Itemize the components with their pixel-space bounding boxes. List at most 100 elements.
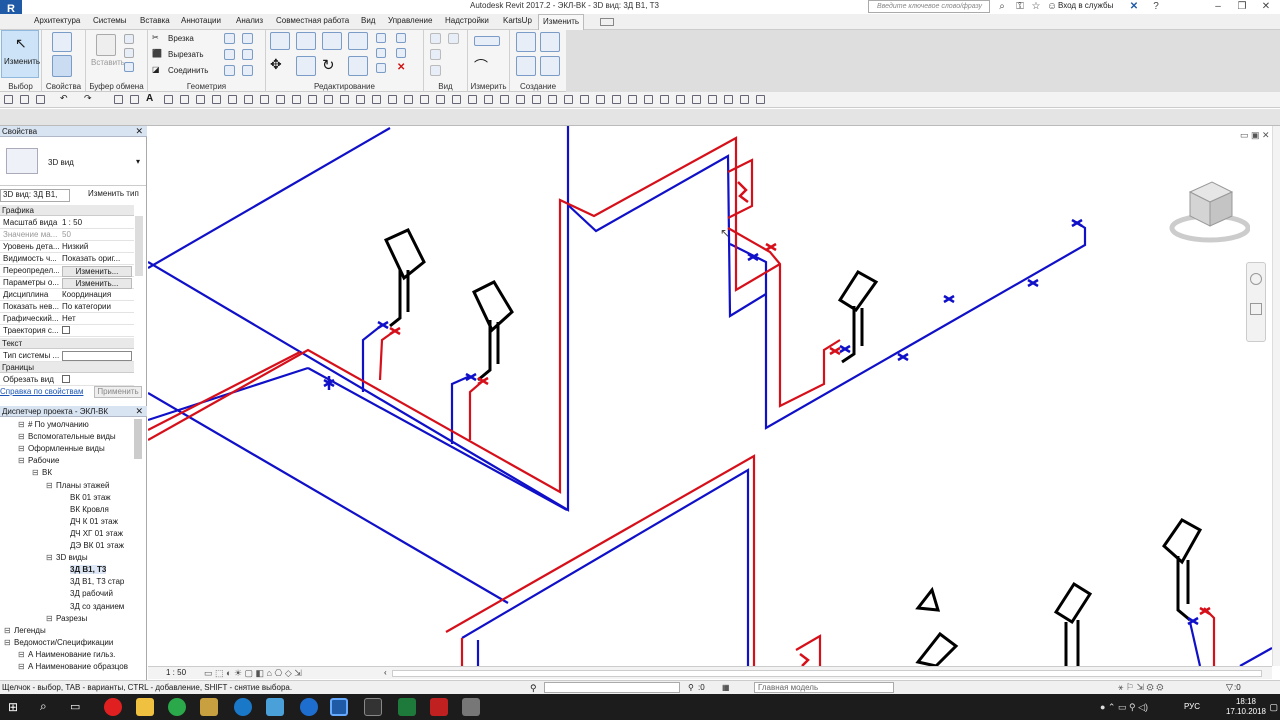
tool-26-icon[interactable] — [564, 95, 573, 104]
override-icon[interactable] — [430, 49, 441, 60]
browser-item[interactable]: 3Д В1, Т3 — [70, 565, 107, 575]
search-icon[interactable]: ⌕ — [40, 699, 47, 714]
tool-37-icon[interactable] — [740, 95, 749, 104]
properties-icon[interactable] — [52, 55, 72, 77]
browser-item[interactable]: А Наименование гильз. — [28, 650, 115, 659]
app2-icon[interactable] — [462, 698, 480, 716]
help-icon[interactable]: ? — [1150, 1, 1162, 13]
tab-architecture[interactable]: Архитектура — [34, 16, 80, 25]
linework-icon[interactable] — [430, 65, 441, 76]
tool-29-icon[interactable] — [612, 95, 621, 104]
prop-value[interactable]: Показать ориг... — [62, 254, 132, 263]
apply-button[interactable]: Применить — [94, 386, 142, 398]
windows-start-icon[interactable]: ⊞ — [8, 700, 18, 714]
tool-34-icon[interactable] — [692, 95, 701, 104]
tool-10-icon[interactable] — [308, 95, 317, 104]
view-window-controls-icon[interactable]: ▭ ▣ ✕ — [1240, 130, 1270, 141]
unpin-icon[interactable] — [396, 48, 406, 58]
type-properties-icon[interactable] — [52, 32, 72, 52]
prop-value[interactable]: Низкий — [62, 242, 132, 251]
type-selector[interactable]: 3D вид ▾ — [0, 138, 146, 186]
tree-expander-icon[interactable]: ⊟ — [18, 432, 25, 441]
select-group-label[interactable]: Выбор — [0, 82, 41, 91]
tool-19-icon[interactable] — [452, 95, 461, 104]
tool-23-icon[interactable] — [516, 95, 525, 104]
binoculars-icon[interactable]: ⌕ — [996, 1, 1008, 13]
category-text[interactable]: Текст — [0, 338, 134, 349]
prop-value[interactable]: По категории — [62, 302, 132, 311]
tool-6-icon[interactable] — [244, 95, 253, 104]
view-scale[interactable]: 1 : 50 — [166, 668, 186, 677]
tab-addins[interactable]: Надстройки — [445, 16, 489, 25]
canvas-scrollbar[interactable] — [1272, 126, 1280, 666]
tree-expander-icon[interactable]: ⊟ — [4, 638, 11, 647]
browser-item[interactable]: ДЭ ВК 01 этаж — [70, 541, 124, 550]
move-icon[interactable]: ✥ — [270, 56, 290, 76]
measure-icon[interactable] — [474, 36, 500, 46]
display-edit-button[interactable]: Изменить... — [62, 278, 132, 289]
tree-expander-icon[interactable]: ⊟ — [4, 626, 11, 635]
browser-item[interactable]: 3Д рабочий — [70, 589, 113, 598]
tool-27-icon[interactable] — [580, 95, 589, 104]
subscription-icon[interactable]: ⚿ — [1014, 1, 1026, 13]
tab-insert[interactable]: Вставка — [140, 16, 170, 25]
trajectory-checkbox[interactable] — [62, 326, 132, 336]
drawing-canvas[interactable]: ▭ ▣ ✕ ↖ — [148, 126, 1272, 666]
tree-expander-icon[interactable]: ⊟ — [46, 614, 53, 623]
folder-icon[interactable] — [200, 698, 218, 716]
close-icon[interactable]: ✕ — [135, 406, 143, 417]
zoom-icon[interactable] — [1250, 303, 1262, 315]
tool-32-icon[interactable] — [660, 95, 669, 104]
edge-icon[interactable] — [234, 698, 252, 716]
task-view-icon[interactable]: ▭ — [70, 700, 80, 713]
tool-33-icon[interactable] — [676, 95, 685, 104]
tray-icons[interactable]: ● ⌃ ▭ ⚲ ◁) — [1100, 702, 1148, 713]
tree-expander-icon[interactable]: ⊟ — [18, 456, 25, 465]
trim-icon[interactable] — [348, 56, 368, 76]
paint-icon[interactable] — [224, 49, 235, 60]
acrobat-icon[interactable] — [430, 698, 448, 716]
signin-button[interactable]: Вход в службы — [1058, 1, 1113, 10]
prop-value[interactable]: 1 : 50 — [62, 218, 132, 227]
browser-item[interactable]: ДЧ К 01 этаж — [70, 517, 118, 526]
tool-5-icon[interactable] — [228, 95, 237, 104]
design-options-icon[interactable]: ▦ — [722, 683, 730, 692]
tool-25-icon[interactable] — [548, 95, 557, 104]
rotate-icon[interactable]: ↻ — [322, 56, 342, 76]
favorite-icon[interactable]: ☆ — [1030, 1, 1042, 13]
edit-type-button[interactable]: Изменить тип — [74, 189, 144, 202]
browser-item[interactable]: Вспомогательные виды — [28, 432, 116, 441]
create-group-icon[interactable] — [540, 56, 560, 76]
tool-31-icon[interactable] — [644, 95, 653, 104]
language-indicator[interactable]: РУС — [1184, 702, 1200, 711]
browser-item[interactable]: А Наименование образцов — [28, 662, 128, 671]
notifications-icon[interactable]: ▢ — [1269, 702, 1278, 713]
paste-icon[interactable] — [96, 34, 116, 56]
tool-16-icon[interactable] — [404, 95, 413, 104]
tree-expander-icon[interactable]: ⊟ — [18, 420, 25, 429]
explorer-icon[interactable] — [136, 698, 154, 716]
create-assembly-icon[interactable] — [540, 32, 560, 52]
browser-item[interactable]: # По умолчанию — [28, 420, 89, 429]
model-dropdown[interactable]: Главная модель — [754, 682, 894, 693]
minimize-icon[interactable]: – — [1206, 0, 1230, 13]
text-icon[interactable]: A — [146, 93, 155, 104]
instance-selector[interactable]: 3D вид: 3Д В1, — [0, 189, 70, 202]
dimension-icon[interactable]: ⌒ — [474, 56, 500, 74]
scale-icon[interactable] — [376, 63, 386, 73]
dimension-qat-icon[interactable] — [130, 95, 139, 104]
browser-item[interactable]: 3Д В1, Т3 стар — [70, 577, 124, 586]
prop-value[interactable]: Нет — [62, 314, 132, 323]
tool-36-icon[interactable] — [724, 95, 733, 104]
tab-kartsup[interactable]: KartsUp — [503, 16, 532, 25]
close-icon[interactable]: ✕ — [135, 126, 143, 137]
crop-checkbox[interactable] — [62, 375, 132, 385]
remove-paint-icon[interactable] — [242, 49, 253, 60]
align-icon[interactable] — [270, 32, 290, 50]
horizontal-scrollbar[interactable] — [392, 670, 1262, 677]
search-input[interactable]: Введите ключевое слово/фразу — [868, 0, 990, 13]
redo-icon[interactable]: ↷ — [84, 93, 93, 103]
tool-2-icon[interactable] — [180, 95, 189, 104]
yandex-icon[interactable] — [104, 698, 122, 716]
tool-22-icon[interactable] — [500, 95, 509, 104]
